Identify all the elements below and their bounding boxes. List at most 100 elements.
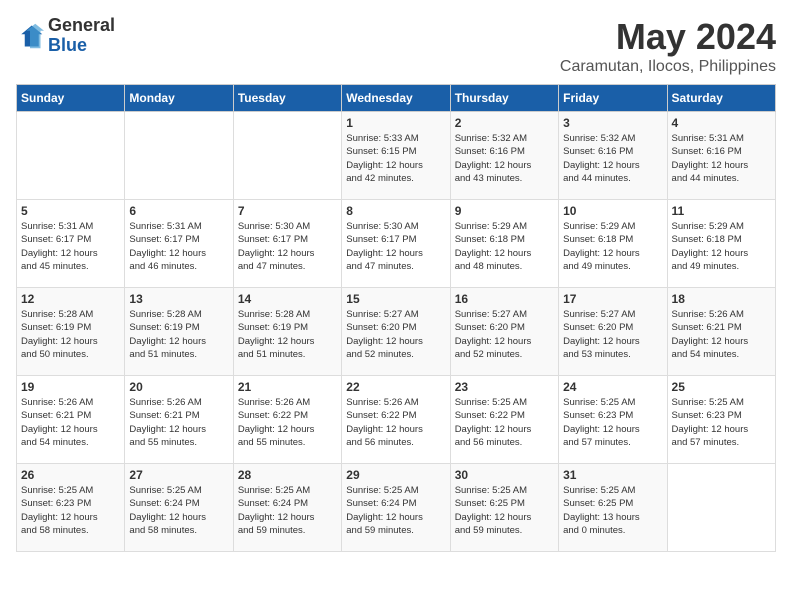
calendar-cell: 28Sunrise: 5:25 AM Sunset: 6:24 PM Dayli… [233, 464, 341, 552]
title-block: May 2024 Caramutan, Ilocos, Philippines [560, 16, 776, 76]
calendar-cell: 23Sunrise: 5:25 AM Sunset: 6:22 PM Dayli… [450, 376, 558, 464]
day-number: 11 [672, 204, 771, 218]
day-number: 12 [21, 292, 120, 306]
day-info: Sunrise: 5:30 AM Sunset: 6:17 PM Dayligh… [238, 220, 337, 273]
day-number: 4 [672, 116, 771, 130]
calendar-cell: 10Sunrise: 5:29 AM Sunset: 6:18 PM Dayli… [559, 200, 667, 288]
day-number: 15 [346, 292, 445, 306]
calendar-cell: 16 Sunrise: 5:27 AM Sunset: 6:20 PM Dayli… [450, 288, 558, 376]
calendar-cell: 13Sunrise: 5:28 AM Sunset: 6:19 PM Dayli… [125, 288, 233, 376]
day-number: 24 [563, 380, 662, 394]
day-info: Sunrise: 5:25 AM Sunset: 6:25 PM Dayligh… [563, 484, 662, 537]
day-number: 14 [238, 292, 337, 306]
logo-general: General [48, 16, 115, 36]
day-number: 9 [455, 204, 554, 218]
week-row-5: 26Sunrise: 5:25 AM Sunset: 6:23 PM Dayli… [17, 464, 776, 552]
col-header-thursday: Thursday [450, 85, 558, 112]
day-info: Sunrise: 5:29 AM Sunset: 6:18 PM Dayligh… [672, 220, 771, 273]
calendar-cell: 4Sunrise: 5:31 AM Sunset: 6:16 PM Daylig… [667, 112, 775, 200]
calendar-cell: 11 Sunrise: 5:29 AM Sunset: 6:18 PM Dayli… [667, 200, 775, 288]
day-info: Sunrise: 5:26 AM Sunset: 6:22 PM Dayligh… [238, 396, 337, 449]
calendar-cell: 29 Sunrise: 5:25 AM Sunset: 6:24 PM Dayli… [342, 464, 450, 552]
calendar-cell: 30 Sunrise: 5:25 AM Sunset: 6:25 PM Dayli… [450, 464, 558, 552]
subtitle: Caramutan, Ilocos, Philippines [560, 58, 776, 76]
calendar-cell [17, 112, 125, 200]
day-number: 8 [346, 204, 445, 218]
day-info: Sunrise: 5:32 AM Sunset: 6:16 PM Dayligh… [563, 132, 662, 185]
calendar-cell: 9Sunrise: 5:29 AM Sunset: 6:18 PM Daylig… [450, 200, 558, 288]
day-info: Sunrise: 5:32 AM Sunset: 6:16 PM Dayligh… [455, 132, 554, 185]
day-info: Sunrise: 5:26 AM Sunset: 6:22 PM Dayligh… [346, 396, 445, 449]
day-info: Sunrise: 5:25 AM Sunset: 6:23 PM Dayligh… [21, 484, 120, 537]
calendar-cell: 22Sunrise: 5:26 AM Sunset: 6:22 PM Dayli… [342, 376, 450, 464]
day-info: Sunrise: 5:27 AM Sunset: 6:20 PM Dayligh… [455, 308, 554, 361]
page-header: General Blue May 2024 Caramutan, Ilocos,… [16, 16, 776, 76]
day-number: 3 [563, 116, 662, 130]
day-number: 6 [129, 204, 228, 218]
calendar-cell: 14 Sunrise: 5:28 AM Sunset: 6:19 PM Dayli… [233, 288, 341, 376]
day-info: Sunrise: 5:26 AM Sunset: 6:21 PM Dayligh… [129, 396, 228, 449]
logo-text: General Blue [48, 16, 115, 56]
col-header-wednesday: Wednesday [342, 85, 450, 112]
logo-blue: Blue [48, 36, 115, 56]
week-row-3: 12 Sunrise: 5:28 AM Sunset: 6:19 PM Dayli… [17, 288, 776, 376]
day-number: 29 [346, 468, 445, 482]
day-number: 27 [129, 468, 228, 482]
day-number: 1 [346, 116, 445, 130]
day-number: 16 [455, 292, 554, 306]
day-number: 17 [563, 292, 662, 306]
calendar-cell [125, 112, 233, 200]
day-info: Sunrise: 5:25 AM Sunset: 6:24 PM Dayligh… [129, 484, 228, 537]
logo-icon [16, 22, 44, 50]
week-row-4: 19Sunrise: 5:26 AM Sunset: 6:21 PM Dayli… [17, 376, 776, 464]
calendar-cell: 17Sunrise: 5:27 AM Sunset: 6:20 PM Dayli… [559, 288, 667, 376]
day-info: Sunrise: 5:27 AM Sunset: 6:20 PM Dayligh… [346, 308, 445, 361]
day-info: Sunrise: 5:28 AM Sunset: 6:19 PM Dayligh… [238, 308, 337, 361]
day-info: Sunrise: 5:25 AM Sunset: 6:23 PM Dayligh… [672, 396, 771, 449]
calendar-cell: 15 Sunrise: 5:27 AM Sunset: 6:20 PM Dayli… [342, 288, 450, 376]
day-info: Sunrise: 5:31 AM Sunset: 6:17 PM Dayligh… [129, 220, 228, 273]
calendar-cell: 20 Sunrise: 5:26 AM Sunset: 6:21 PM Dayli… [125, 376, 233, 464]
day-info: Sunrise: 5:30 AM Sunset: 6:17 PM Dayligh… [346, 220, 445, 273]
calendar-cell: 1Sunrise: 5:33 AM Sunset: 6:15 PM Daylig… [342, 112, 450, 200]
day-number: 31 [563, 468, 662, 482]
calendar-cell: 21 Sunrise: 5:26 AM Sunset: 6:22 PM Dayli… [233, 376, 341, 464]
calendar-cell: 19Sunrise: 5:26 AM Sunset: 6:21 PM Dayli… [17, 376, 125, 464]
day-number: 25 [672, 380, 771, 394]
calendar-cell: 25 Sunrise: 5:25 AM Sunset: 6:23 PM Dayli… [667, 376, 775, 464]
col-header-friday: Friday [559, 85, 667, 112]
day-number: 7 [238, 204, 337, 218]
calendar-cell: 8 Sunrise: 5:30 AM Sunset: 6:17 PM Daylig… [342, 200, 450, 288]
calendar-table: SundayMondayTuesdayWednesdayThursdayFrid… [16, 84, 776, 552]
day-info: Sunrise: 5:31 AM Sunset: 6:17 PM Dayligh… [21, 220, 120, 273]
day-number: 2 [455, 116, 554, 130]
day-number: 30 [455, 468, 554, 482]
day-info: Sunrise: 5:26 AM Sunset: 6:21 PM Dayligh… [21, 396, 120, 449]
day-info: Sunrise: 5:28 AM Sunset: 6:19 PM Dayligh… [21, 308, 120, 361]
day-info: Sunrise: 5:25 AM Sunset: 6:25 PM Dayligh… [455, 484, 554, 537]
main-title: May 2024 [560, 16, 776, 58]
day-info: Sunrise: 5:25 AM Sunset: 6:24 PM Dayligh… [346, 484, 445, 537]
calendar-header-row: SundayMondayTuesdayWednesdayThursdayFrid… [17, 85, 776, 112]
day-number: 13 [129, 292, 228, 306]
calendar-cell: 12 Sunrise: 5:28 AM Sunset: 6:19 PM Dayli… [17, 288, 125, 376]
calendar-cell: 7 Sunrise: 5:30 AM Sunset: 6:17 PM Daylig… [233, 200, 341, 288]
calendar-cell: 5Sunrise: 5:31 AM Sunset: 6:17 PM Daylig… [17, 200, 125, 288]
calendar-cell: 3 Sunrise: 5:32 AM Sunset: 6:16 PM Daylig… [559, 112, 667, 200]
col-header-saturday: Saturday [667, 85, 775, 112]
col-header-sunday: Sunday [17, 85, 125, 112]
day-info: Sunrise: 5:26 AM Sunset: 6:21 PM Dayligh… [672, 308, 771, 361]
day-info: Sunrise: 5:25 AM Sunset: 6:23 PM Dayligh… [563, 396, 662, 449]
week-row-1: 1Sunrise: 5:33 AM Sunset: 6:15 PM Daylig… [17, 112, 776, 200]
col-header-monday: Monday [125, 85, 233, 112]
day-number: 28 [238, 468, 337, 482]
day-number: 21 [238, 380, 337, 394]
calendar-cell: 26Sunrise: 5:25 AM Sunset: 6:23 PM Dayli… [17, 464, 125, 552]
day-number: 20 [129, 380, 228, 394]
day-number: 18 [672, 292, 771, 306]
calendar-cell: 18 Sunrise: 5:26 AM Sunset: 6:21 PM Dayli… [667, 288, 775, 376]
col-header-tuesday: Tuesday [233, 85, 341, 112]
day-number: 23 [455, 380, 554, 394]
calendar-cell: 6 Sunrise: 5:31 AM Sunset: 6:17 PM Daylig… [125, 200, 233, 288]
calendar-cell: 2 Sunrise: 5:32 AM Sunset: 6:16 PM Daylig… [450, 112, 558, 200]
